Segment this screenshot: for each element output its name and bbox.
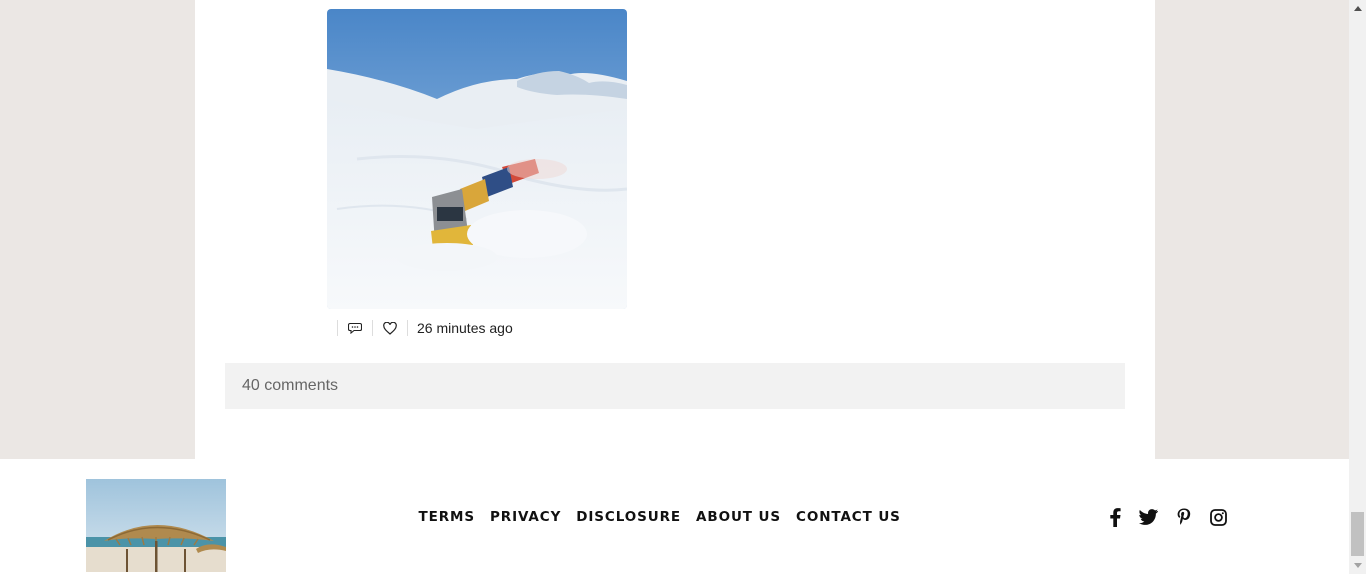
heart-icon <box>383 321 397 335</box>
like-button[interactable] <box>373 318 407 338</box>
footer-logo[interactable] <box>86 479 226 572</box>
scroll-down-arrow[interactable] <box>1349 557 1366 574</box>
post-timestamp: 26 minutes ago <box>417 320 513 336</box>
post-photo[interactable] <box>327 9 627 309</box>
pinterest-icon <box>1177 508 1191 525</box>
pinterest-link[interactable] <box>1173 506 1195 528</box>
site-footer: TERMS PRIVACY DISCLOSURE ABOUT US CONTAC… <box>0 459 1349 574</box>
footer-link-terms[interactable]: TERMS <box>419 509 475 525</box>
beach-umbrella-image <box>86 479 226 572</box>
speech-bubble-icon <box>348 322 362 334</box>
facebook-link[interactable] <box>1104 506 1126 528</box>
triangle-down-icon <box>1353 563 1362 568</box>
triangle-up-icon <box>1353 6 1362 11</box>
footer-link-contact-us[interactable]: CONTACT US <box>796 509 901 525</box>
comments-toggle[interactable]: 40 comments <box>225 363 1125 409</box>
footer-nav: TERMS PRIVACY DISCLOSURE ABOUT US CONTAC… <box>411 509 908 525</box>
footer-link-privacy[interactable]: PRIVACY <box>490 509 561 525</box>
post-meta-row: 26 minutes ago <box>337 318 513 338</box>
scroll-up-arrow[interactable] <box>1349 0 1366 17</box>
snow-train-image <box>327 9 627 309</box>
footer-link-disclosure[interactable]: DISCLOSURE <box>576 509 681 525</box>
instagram-link[interactable] <box>1207 506 1229 528</box>
facebook-icon <box>1110 507 1121 527</box>
scrollbar-thumb[interactable] <box>1351 512 1364 556</box>
comment-button[interactable] <box>338 318 372 338</box>
footer-link-about-us[interactable]: ABOUT US <box>696 509 781 525</box>
vertical-scrollbar[interactable] <box>1349 0 1366 574</box>
twitter-icon <box>1138 509 1158 525</box>
instagram-icon <box>1209 508 1227 526</box>
comments-count-label: 40 comments <box>242 377 339 394</box>
twitter-link[interactable] <box>1137 506 1159 528</box>
